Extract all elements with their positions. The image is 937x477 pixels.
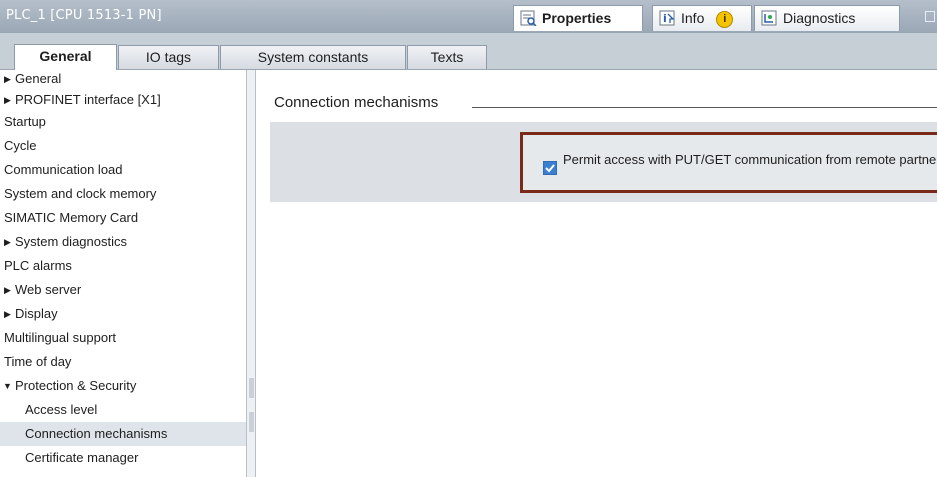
nav-item-display[interactable]: ▶ Display: [0, 302, 246, 326]
tab-diagnostics-label: Diagnostics: [783, 10, 856, 26]
section-title: Connection mechanisms: [274, 94, 439, 111]
tab-io-tags[interactable]: IO tags: [118, 45, 219, 69]
tab-properties[interactable]: Properties: [513, 5, 643, 31]
svg-text:i: i: [663, 12, 667, 25]
put-get-checkbox-label[interactable]: Permit access with PUT/GET communication…: [563, 152, 937, 167]
nav-item-access-level[interactable]: Access level: [0, 398, 246, 422]
collapse-left-grip-icon[interactable]: [249, 378, 254, 398]
nav-item-simatic-memory-card[interactable]: SIMATIC Memory Card: [0, 206, 246, 230]
section-tabs: General IO tags System constants Texts: [0, 33, 937, 70]
checkmark-icon: [545, 164, 555, 173]
nav-item-profinet-interface[interactable]: ▶ PROFINET interface [X1]: [0, 88, 246, 112]
settings-panel: Permit access with PUT/GET communication…: [270, 122, 937, 202]
nav-item-system-diagnostics[interactable]: ▶ System diagnostics: [0, 230, 246, 254]
window-restore-icon[interactable]: [925, 11, 935, 22]
window-title: PLC_1 [CPU 1513-1 PN]: [6, 8, 162, 23]
navigation-tree: ▶ General ▶ PROFINET interface [X1] Star…: [0, 70, 246, 477]
nav-item-certificate-manager[interactable]: Certificate manager: [0, 446, 246, 470]
tab-diagnostics[interactable]: Diagnostics: [754, 5, 900, 31]
expand-arrow-icon[interactable]: ▶: [4, 230, 11, 254]
diagnostics-icon: [761, 10, 777, 26]
expand-arrow-icon[interactable]: ▶: [4, 88, 11, 112]
put-get-checkbox[interactable]: [543, 161, 557, 175]
nav-item-protection-security[interactable]: ▼ Protection & Security: [0, 374, 246, 398]
content-area: Connection mechanisms Permit access with…: [256, 70, 937, 477]
tab-info-label: Info: [681, 10, 705, 26]
properties-icon: [520, 10, 537, 26]
info-badge-icon: i: [716, 10, 734, 28]
tab-texts[interactable]: Texts: [407, 45, 487, 69]
tab-properties-label: Properties: [542, 10, 612, 26]
info-icon: i: [659, 10, 675, 26]
nav-item-cycle[interactable]: Cycle: [0, 134, 246, 158]
nav-item-time-of-day[interactable]: Time of day: [0, 350, 246, 374]
nav-item-multilingual-support[interactable]: Multilingual support: [0, 326, 246, 350]
collapse-right-grip-icon[interactable]: [249, 412, 254, 432]
nav-item-system-and-clock-memory[interactable]: System and clock memory: [0, 182, 246, 206]
nav-item-startup[interactable]: Startup: [0, 110, 246, 134]
collapse-arrow-icon[interactable]: ▼: [3, 374, 12, 398]
highlight-box: Permit access with PUT/GET communication…: [520, 132, 937, 193]
nav-item-communication-load[interactable]: Communication load: [0, 158, 246, 182]
nav-item-web-server[interactable]: ▶ Web server: [0, 278, 246, 302]
title-bar: PLC_1 [CPU 1513-1 PN] Properties i Info …: [0, 0, 937, 33]
tab-info[interactable]: i Info i: [652, 5, 752, 31]
nav-item-connection-mechanisms[interactable]: Connection mechanisms: [0, 422, 246, 446]
expand-arrow-icon[interactable]: ▶: [4, 278, 11, 302]
section-divider: [472, 107, 937, 108]
tab-system-constants[interactable]: System constants: [220, 45, 406, 69]
pane-splitter[interactable]: [246, 70, 256, 477]
expand-arrow-icon[interactable]: ▶: [4, 302, 11, 326]
nav-item-plc-alarms[interactable]: PLC alarms: [0, 254, 246, 278]
